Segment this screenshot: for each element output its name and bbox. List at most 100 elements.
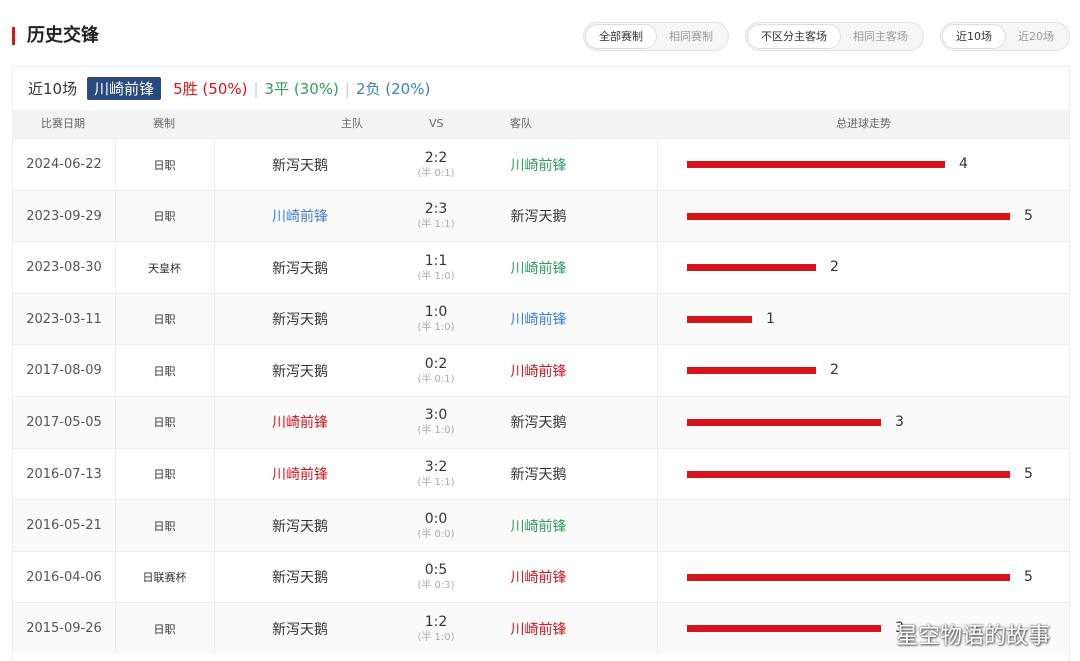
home-team[interactable]: 川崎前锋: [214, 449, 386, 500]
col-vs: VS: [429, 117, 444, 130]
full-time-score: 2:3: [424, 201, 448, 218]
full-time-score: 1:2: [424, 613, 448, 630]
table-row[interactable]: 2016-07-13 日职 川崎前锋 3:2 (半 1:1) 新泻天鹅 5: [13, 447, 1069, 500]
goal-trend: 3: [657, 397, 1069, 448]
away-team[interactable]: 新泻天鹅: [486, 449, 591, 500]
match-list: 2024-06-22 日职 新泻天鹅 2:2 (半 0:1) 川崎前锋 4 2023-09-2…: [13, 138, 1069, 654]
match-competition[interactable]: 天皇杯: [115, 242, 214, 293]
filter-last-20[interactable]: 近20场: [1005, 25, 1067, 48]
away-team[interactable]: 川崎前锋: [486, 139, 591, 190]
full-time-score: 2:2: [424, 149, 448, 166]
table-row[interactable]: 2024-06-22 日职 新泻天鹅 2:2 (半 0:1) 川崎前锋 4: [13, 138, 1069, 190]
table-row[interactable]: 2017-08-09 日职 新泻天鹅 0:2 (半 0:1) 川崎前锋 2: [13, 344, 1069, 396]
half-time-score: (半 1:1): [417, 477, 455, 489]
summary-label: 近10场: [28, 80, 78, 98]
goal-trend: 1: [657, 294, 1069, 345]
home-team[interactable]: 新泻天鹅: [214, 294, 386, 345]
home-team[interactable]: 川崎前锋: [214, 397, 386, 448]
filter-same-venue[interactable]: 相同主客场: [840, 25, 921, 48]
goal-trend: 5: [657, 449, 1069, 500]
goal-total: 2: [830, 259, 839, 276]
away-team[interactable]: 新泻天鹅: [486, 397, 591, 448]
match-competition[interactable]: 日职: [115, 449, 214, 500]
match-score[interactable]: 0:2 (半 0:1): [386, 345, 486, 396]
goal-trend-bar: [687, 161, 945, 168]
goal-total: 1: [766, 310, 775, 327]
match-score[interactable]: 1:2 (半 1:0): [386, 603, 486, 654]
match-score[interactable]: 0:5 (半 0:3): [386, 552, 486, 603]
match-date: 2015-09-26: [26, 621, 102, 637]
match-date: 2017-08-09: [26, 363, 102, 379]
match-score[interactable]: 0:0 (半 0:0): [386, 500, 486, 551]
home-team[interactable]: 川崎前锋: [214, 191, 386, 242]
goal-total: 5: [1024, 568, 1033, 585]
filter-last-10[interactable]: 近10场: [943, 25, 1005, 48]
table-row[interactable]: 2016-05-21 日职 新泻天鹅 0:0 (半 0:0) 川崎前锋: [13, 499, 1069, 551]
full-time-score: 1:1: [424, 252, 448, 269]
col-away: 客队: [510, 117, 532, 130]
full-time-score: 3:0: [424, 407, 448, 424]
goal-total: 4: [959, 156, 968, 172]
match-competition[interactable]: 日职: [115, 345, 214, 396]
away-team[interactable]: 川崎前锋: [486, 500, 591, 551]
home-team[interactable]: 新泻天鹅: [214, 139, 386, 190]
home-team[interactable]: 新泻天鹅: [214, 552, 386, 603]
half-time-score: (半 1:0): [417, 631, 455, 643]
full-time-score: 0:5: [424, 562, 448, 579]
match-competition[interactable]: 日职: [115, 294, 214, 345]
match-competition[interactable]: 日联赛杯: [115, 552, 214, 603]
summary-wins: 5胜 (50%): [173, 80, 248, 98]
goal-trend: [657, 500, 1069, 551]
match-score[interactable]: 1:1 (半 1:0): [386, 242, 486, 293]
table-row[interactable]: 2017-05-05 日职 川崎前锋 3:0 (半 1:0) 新泻天鹅 3: [13, 395, 1069, 448]
col-competition: 赛制: [153, 117, 175, 130]
match-competition[interactable]: 日职: [115, 500, 214, 551]
match-date: 2016-07-13: [26, 466, 102, 482]
goal-total: 3: [895, 413, 904, 430]
away-team[interactable]: 川崎前锋: [486, 294, 591, 345]
col-goal-trend: 总进球走势: [836, 117, 891, 130]
goal-trend-bar: [687, 625, 881, 633]
match-competition[interactable]: 日职: [115, 191, 214, 242]
summary-bar: 近10场 川崎前锋 5胜 (50%) | 3平 (30%) | 2负 (20%): [13, 67, 1069, 110]
table-row[interactable]: 2016-04-06 日联赛杯 新泻天鹅 0:5 (半 0:3) 川崎前锋 5: [13, 550, 1069, 603]
match-score[interactable]: 2:3 (半 1:1): [386, 191, 486, 242]
away-team[interactable]: 川崎前锋: [486, 552, 591, 603]
match-competition[interactable]: 日职: [115, 397, 214, 448]
home-team[interactable]: 新泻天鹅: [214, 603, 386, 654]
match-score[interactable]: 2:2 (半 0:1): [386, 139, 486, 190]
filter-any-venue[interactable]: 不区分主客场: [748, 25, 840, 48]
match-date: 2016-04-06: [26, 569, 102, 585]
goal-total: 5: [1024, 465, 1033, 482]
match-competition[interactable]: 日职: [115, 603, 214, 654]
home-team[interactable]: 新泻天鹅: [214, 242, 386, 293]
summary-draws: 3平 (30%): [264, 80, 339, 98]
goal-trend-bar: [687, 470, 1010, 478]
away-team[interactable]: 新泻天鹅: [486, 191, 591, 242]
match-date: 2023-03-11: [26, 311, 102, 327]
home-team[interactable]: 新泻天鹅: [214, 345, 386, 396]
match-score[interactable]: 3:0 (半 1:0): [386, 397, 486, 448]
table-row[interactable]: 2023-03-11 日职 新泻天鹅 1:0 (半 1:0) 川崎前锋 1: [13, 292, 1069, 345]
home-team[interactable]: 新泻天鹅: [214, 500, 386, 551]
match-score[interactable]: 1:0 (半 1:0): [386, 294, 486, 345]
half-time-score: (半 0:1): [417, 373, 455, 385]
table-row[interactable]: 2023-08-30 天皇杯 新泻天鹅 1:1 (半 1:0) 川崎前锋 2: [13, 241, 1069, 293]
half-time-score: (半 0:3): [417, 580, 455, 592]
away-team[interactable]: 川崎前锋: [486, 603, 591, 654]
goal-trend-bar: [687, 212, 1010, 220]
table-row[interactable]: 2023-09-29 日职 川崎前锋 2:3 (半 1:1) 新泻天鹅 5: [13, 189, 1069, 242]
head-to-head-card: 近10场 川崎前锋 5胜 (50%) | 3平 (30%) | 2负 (20%)…: [12, 66, 1070, 661]
summary-losses: 2负 (20%): [355, 80, 431, 98]
goal-trend-bar: [687, 573, 1010, 581]
filter-all-competitions[interactable]: 全部赛制: [586, 25, 656, 48]
match-score[interactable]: 3:2 (半 1:1): [386, 449, 486, 500]
match-competition[interactable]: 日职: [115, 139, 214, 190]
filter-same-competition[interactable]: 相同赛制: [656, 25, 726, 48]
half-time-score: (半 1:0): [417, 425, 455, 437]
away-team[interactable]: 川崎前锋: [486, 242, 591, 293]
goal-trend-bar: [687, 418, 881, 426]
match-date: 2023-09-29: [26, 208, 102, 224]
summary-separator: |: [344, 79, 350, 98]
away-team[interactable]: 川崎前锋: [486, 345, 591, 396]
